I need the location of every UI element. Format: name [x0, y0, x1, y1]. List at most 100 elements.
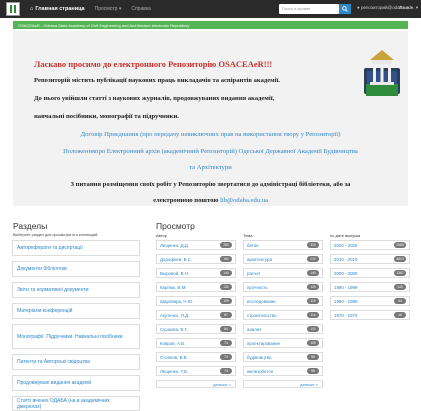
count-badge: 84 [220, 326, 232, 332]
subject-item-label: прочность [247, 284, 268, 290]
section-item[interactable]: Документи бібліотеки [12, 261, 140, 277]
site-logo[interactable] [6, 2, 20, 16]
welcome-panel: Ласкаво просимо до електронного Репозито… [13, 31, 408, 206]
section-item[interactable]: Автореферати та дисертації [12, 240, 140, 256]
welcome-text-3: навчальні посібники, монографії та підру… [34, 113, 179, 120]
nav-home-label: Главная страница [35, 6, 85, 12]
regulation-link[interactable]: Положенняпро Електронний архів (академіч… [13, 148, 408, 155]
author-item-label: Карпюк, В.М. [160, 284, 187, 290]
contact-email-line: електронною поштою lib@odaba.edu.ua [13, 197, 408, 204]
contact-email-prefix: електронною поштою [153, 197, 219, 204]
nav-home-link[interactable]: ⌂ Главная страница [30, 6, 85, 12]
count-badge: 87 [220, 312, 232, 318]
search-input[interactable]: Поиск в архиве [279, 4, 339, 14]
date-item[interactable]: 2020 - 2025 2085 [330, 240, 410, 250]
subject-column-heading: Тема [243, 233, 253, 238]
date-item[interactable]: 2000 - 2009 1367 [330, 268, 410, 278]
count-badge: 129 [307, 284, 319, 290]
subject-item-label: будівництво [247, 354, 272, 360]
section-item[interactable]: Монографії. Підручники. Навчальні посібн… [12, 324, 140, 349]
section-item[interactable]: Матеріали конференцій [12, 303, 140, 319]
more-link[interactable]: дальше > [156, 380, 236, 388]
author-item[interactable]: Сушкова, В.Г. 84 [156, 324, 236, 334]
count-badge: 2085 [394, 242, 406, 248]
subject-item[interactable]: строительство 114 [243, 310, 323, 320]
subject-item-label: строительство [247, 312, 277, 318]
email-link[interactable]: lib@odaba.edu.ua [220, 197, 268, 204]
author-item[interactable]: Карпюк, В.М. 132 [156, 282, 236, 292]
agreement-link[interactable]: Договір Приєднання (про передачу невиклю… [13, 131, 408, 138]
subject-item-label: проектирование [247, 340, 281, 346]
count-badge: 4613 [394, 256, 406, 262]
subject-item[interactable]: прочность 129 [243, 282, 323, 292]
date-item-label: 2020 - 2025 [334, 242, 358, 248]
subject-item[interactable]: исследование 119 [243, 296, 323, 306]
date-item[interactable]: 1980 - 1989 54 [330, 296, 410, 306]
language-menu[interactable]: Язык ▾ [399, 5, 413, 11]
date-item[interactable]: 2010 - 2019 4613 [330, 254, 410, 264]
subject-item[interactable]: расчет 149 [243, 268, 323, 278]
subject-item-label: исследование [247, 298, 276, 304]
subject-item-label: анализ [247, 326, 262, 332]
section-item[interactable]: Статті вчених ОДАБА (на в академічних дж… [12, 396, 140, 411]
count-badge: 1367 [394, 270, 406, 276]
date-item-label: 1990 - 1999 [334, 284, 358, 290]
count-badge: 320 [307, 242, 319, 248]
top-navbar: ⌂ Главная страница Просмотр ▾ Справка По… [0, 0, 421, 18]
author-item[interactable]: Выровой, В.Н. 144 [156, 268, 236, 278]
section-item[interactable]: Звіти та нормативні документи [12, 282, 140, 298]
subject-item[interactable]: проектирование 109 [243, 338, 323, 348]
count-badge: 222 [307, 256, 319, 262]
count-badge: 119 [307, 298, 319, 304]
nav-help-link[interactable]: Справка [131, 6, 151, 12]
count-badge: 95 [307, 368, 319, 374]
academy-logo-icon [364, 50, 400, 96]
subject-item[interactable]: анализ 110 [243, 324, 323, 334]
welcome-text-1: Репозиторій містить публікації наукових … [34, 77, 280, 84]
author-item[interactable]: Лещенко, Д.Д. 283 [156, 240, 236, 250]
author-item[interactable]: Ковров, А.В. 73 [156, 338, 236, 348]
date-item[interactable]: 1990 - 1999 143 [330, 282, 410, 292]
search-icon [342, 6, 348, 12]
count-badge: 95 [307, 354, 319, 360]
author-item-label: Ковров, А.В. [160, 340, 186, 346]
subject-item[interactable]: железобетон 95 [243, 366, 323, 376]
author-item-label: Стоянов, В.В. [160, 354, 188, 360]
section-item[interactable]: Патенти та Авторські свідоцтва [12, 354, 140, 370]
author-item-label: Шаровара, Н.Ю. [160, 298, 194, 304]
author-item-label: Выровой, В.Н. [160, 270, 190, 276]
count-badge: 149 [307, 270, 319, 276]
breadcrumb[interactable]: OSACEAeR - Odessa State Academy of Civil… [13, 21, 408, 29]
date-item-label: 2010 - 2019 [334, 256, 358, 262]
author-item-label: Акутенко, П.Д. [160, 312, 190, 318]
nav-browse-dropdown[interactable]: Просмотр ▾ [95, 6, 122, 12]
count-badge: 109 [307, 340, 319, 346]
count-badge: 283 [220, 242, 232, 248]
author-item[interactable]: Дорофеев, В.С. 162 [156, 254, 236, 264]
subject-item-label: железобетон [247, 368, 274, 374]
regulation-link-cont[interactable]: та Архітектури [13, 164, 408, 171]
subject-item-label: архитектура [247, 256, 272, 262]
author-item[interactable]: Стоянов, В.В. 73 [156, 352, 236, 362]
subject-item[interactable]: будівництво 95 [243, 352, 323, 362]
subject-item[interactable]: бетон 320 [243, 240, 323, 250]
count-badge: 162 [220, 256, 232, 262]
subject-item-label: расчет [247, 270, 261, 276]
author-item-label: Лещенко, Д.Д. [160, 242, 189, 248]
date-column-heading: по дате выпуска [330, 233, 361, 238]
count-badge: 132 [220, 284, 232, 290]
author-item[interactable]: Лещенко, Т.Б. 73 [156, 366, 236, 376]
search-button[interactable] [339, 4, 351, 14]
sections-subtitle: Выберите раздел для просмотра его коллек… [13, 233, 99, 237]
more-link[interactable]: дальше > [243, 380, 323, 388]
date-item-label: 1970 - 1979 [334, 312, 358, 318]
author-item[interactable]: Акутенко, П.Д. 87 [156, 310, 236, 320]
subject-item[interactable]: архитектура 222 [243, 254, 323, 264]
count-badge: 16 [394, 312, 406, 318]
count-badge: 109 [220, 298, 232, 304]
author-column-heading: Автор [156, 233, 167, 238]
author-item[interactable]: Шаровара, Н.Ю. 109 [156, 296, 236, 306]
section-item[interactable]: Продовжувані видання академії [12, 375, 140, 391]
date-item[interactable]: 1970 - 1979 16 [330, 310, 410, 320]
home-icon: ⌂ [30, 6, 34, 12]
